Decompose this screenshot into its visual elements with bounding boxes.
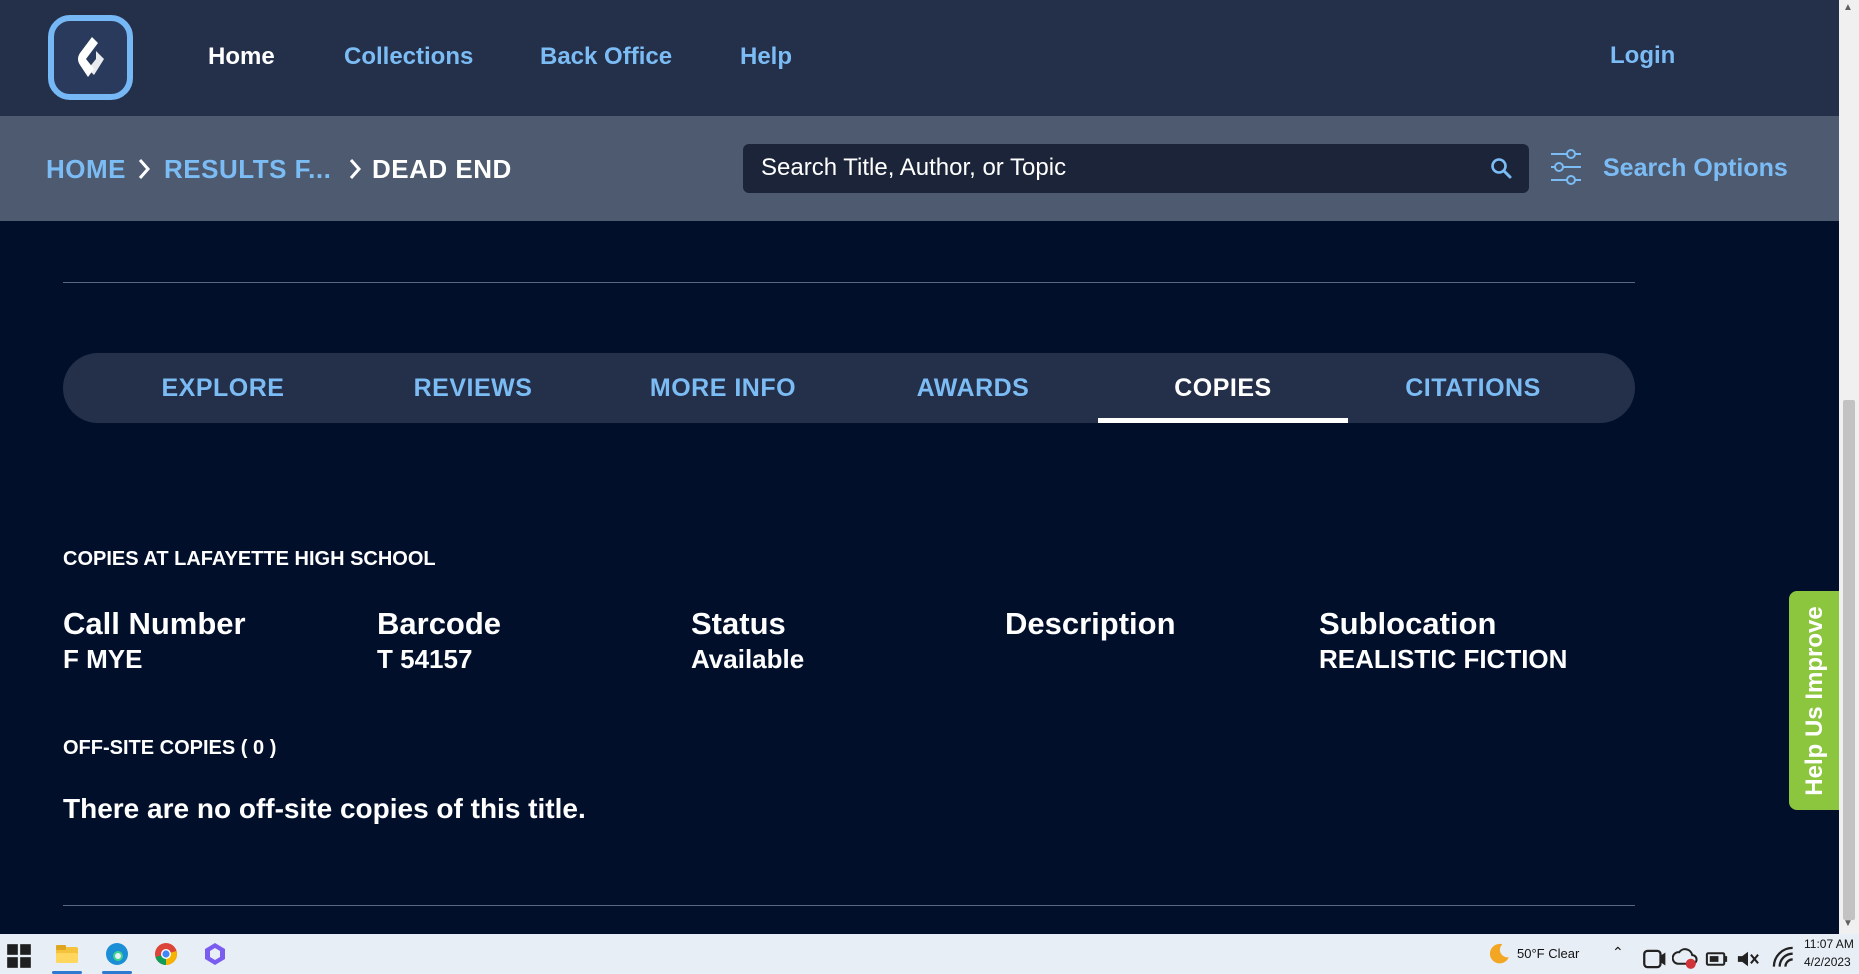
scroll-down-icon[interactable]: ▼: [1843, 918, 1853, 929]
chevron-right-icon: [349, 159, 362, 179]
search-icon[interactable]: [1489, 156, 1513, 180]
copies-column-call-number: Call Number F MYE: [63, 605, 246, 675]
divider: [63, 282, 1635, 283]
app-logo[interactable]: [48, 15, 133, 100]
tab-copies[interactable]: COPIES: [1098, 353, 1348, 423]
column-header: Barcode: [377, 606, 502, 641]
copies-column-sublocation: Sublocation REALISTIC FICTION: [1319, 605, 1567, 675]
weather-text[interactable]: 50°F Clear: [1517, 946, 1579, 961]
column-value: REALISTIC FICTION: [1319, 644, 1568, 674]
scrollbar[interactable]: ▲ ▼: [1839, 0, 1859, 934]
column-value: Available: [691, 644, 805, 674]
column-header: Call Number: [63, 606, 246, 641]
divider: [63, 905, 1635, 906]
edge-browser-icon[interactable]: [104, 941, 130, 967]
copies-column-barcode: Barcode T 54157: [377, 605, 501, 675]
clock-time[interactable]: 11:07 AM: [1804, 937, 1854, 951]
tab-citations[interactable]: CITATIONS: [1348, 353, 1598, 423]
nav-home-link[interactable]: Home: [208, 43, 275, 71]
clock-date[interactable]: 4/2/2023: [1804, 955, 1851, 969]
detail-tabs: EXPLORE REVIEWS MORE INFO AWARDS COPIES …: [63, 353, 1635, 423]
offsite-section-title: OFF-SITE COPIES ( 0 ): [63, 737, 277, 759]
tab-reviews[interactable]: REVIEWS: [348, 353, 598, 423]
column-value: F MYE: [63, 644, 143, 674]
search-options-button[interactable]: Search Options: [1603, 154, 1788, 183]
sliders-icon[interactable]: [1549, 148, 1583, 186]
nav-collections-link[interactable]: Collections: [344, 43, 473, 71]
tab-more-info[interactable]: MORE INFO: [598, 353, 848, 423]
copilot-icon[interactable]: [202, 941, 228, 967]
copies-section-title: COPIES AT LAFAYETTE HIGH SCHOOL: [63, 548, 436, 570]
help-us-improve-label: Help Us Improve: [1801, 605, 1828, 796]
battery-icon[interactable]: [1704, 946, 1730, 972]
file-explorer-icon[interactable]: [54, 941, 80, 967]
column-header: Description: [1005, 606, 1176, 641]
moon-weather-icon[interactable]: [1486, 941, 1512, 967]
volume-muted-icon[interactable]: [1735, 946, 1761, 972]
breadcrumb-home-link[interactable]: HOME: [46, 154, 126, 185]
tab-awards[interactable]: AWARDS: [848, 353, 1098, 423]
breadcrumb-current: DEAD END: [372, 154, 512, 184]
chevron-right-icon: [138, 159, 151, 179]
chevron-up-icon[interactable]: ⌃: [1612, 944, 1624, 961]
scroll-thumb[interactable]: [1843, 400, 1855, 920]
breadcrumb-results-link[interactable]: RESULTS F...: [164, 154, 331, 185]
column-value: T 54157: [377, 644, 473, 674]
offsite-empty-message: There are no off-site copies of this tit…: [63, 793, 586, 824]
help-us-improve-button[interactable]: Help Us Improve: [1789, 591, 1841, 810]
top-navigation: Home Collections Back Office Help Login: [0, 0, 1839, 116]
column-header: Sublocation: [1319, 606, 1497, 641]
chrome-browser-icon[interactable]: [153, 941, 179, 967]
copies-column-status: Status Available: [691, 605, 804, 675]
nav-help-link[interactable]: Help: [740, 43, 792, 71]
logo-icon: [78, 37, 104, 77]
nav-back-office-link[interactable]: Back Office: [540, 43, 672, 71]
meet-icon[interactable]: [1641, 946, 1667, 972]
windows-start-icon[interactable]: [6, 943, 32, 969]
search-box: [743, 144, 1529, 193]
column-header: Status: [691, 606, 786, 641]
onedrive-icon[interactable]: [1672, 945, 1698, 971]
copies-column-description: Description: [1005, 605, 1176, 643]
tab-explore[interactable]: EXPLORE: [98, 353, 348, 423]
wifi-icon[interactable]: [1771, 945, 1797, 971]
scroll-up-icon[interactable]: ▲: [1843, 2, 1853, 13]
search-input[interactable]: [761, 152, 1461, 184]
taskbar: 50°F Clear ⌃ 11:07 AM 4/2/2023: [0, 934, 1859, 974]
login-link[interactable]: Login: [1610, 42, 1675, 70]
